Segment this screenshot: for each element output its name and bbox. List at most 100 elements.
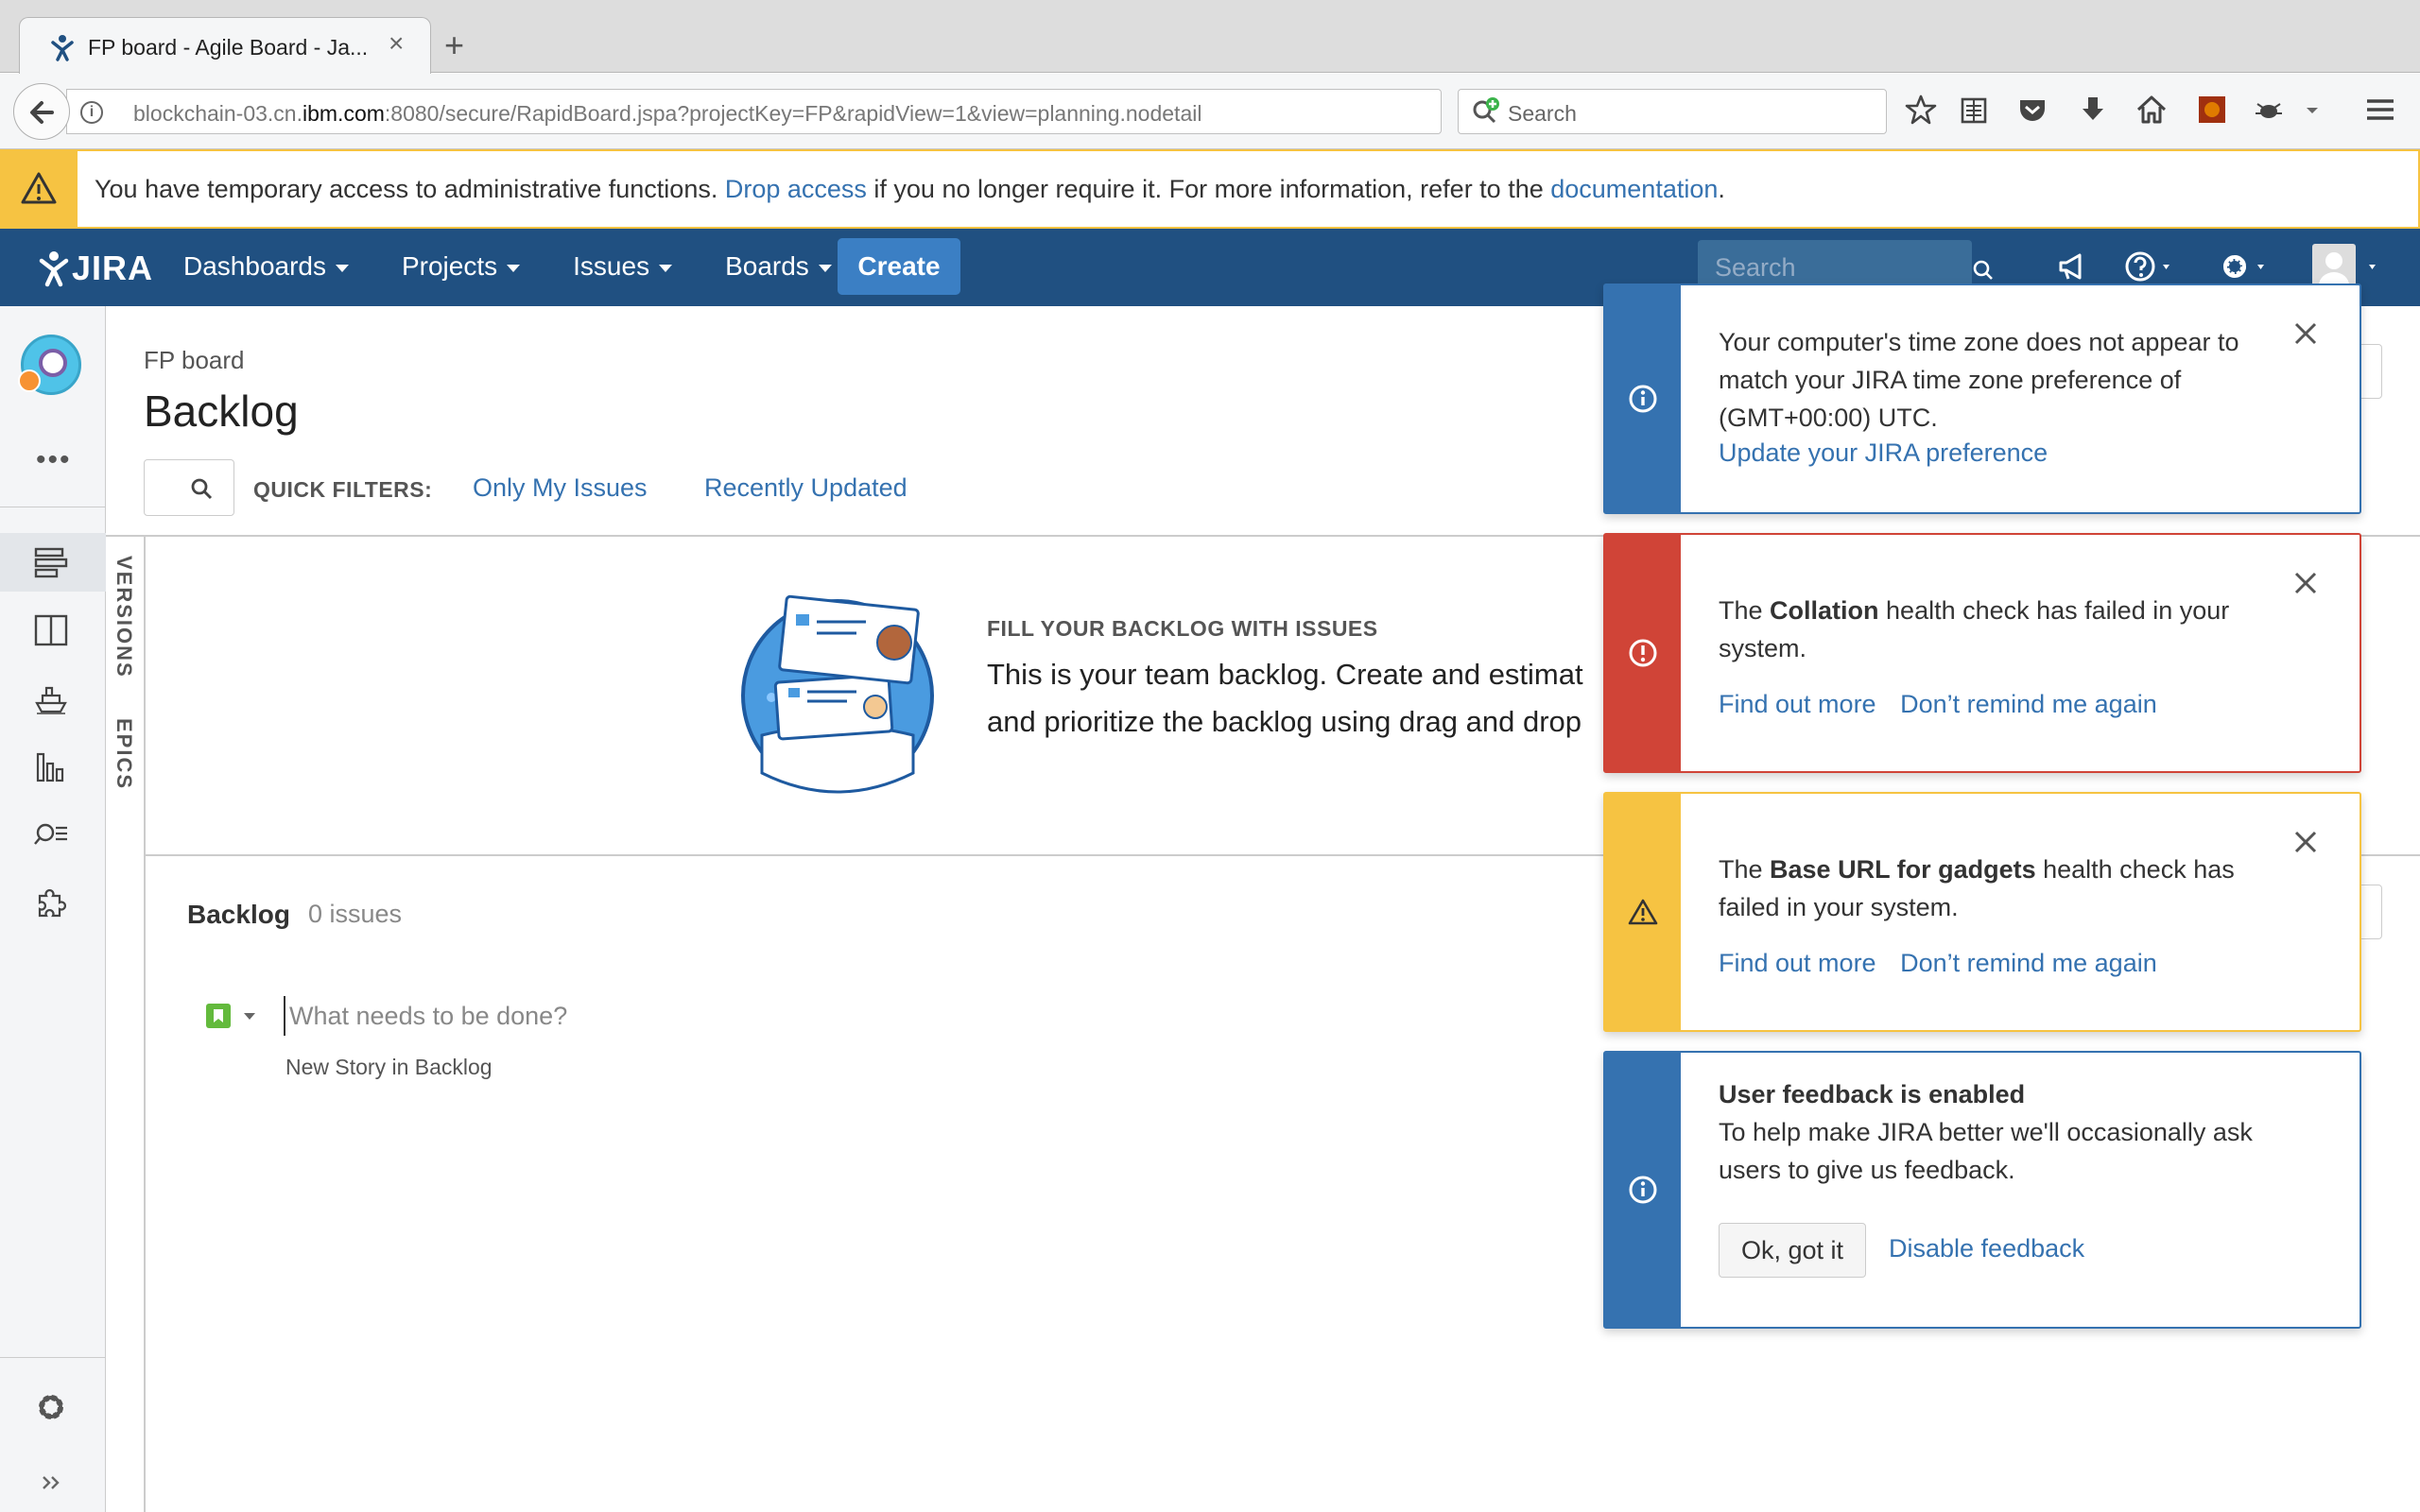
nav-dashboards[interactable]: Dashboards bbox=[183, 251, 349, 282]
find-out-more-link[interactable]: Find out more bbox=[1719, 949, 1876, 977]
flag-message: The Collation health check has failed in… bbox=[1719, 596, 2230, 662]
nav-issues[interactable]: Issues bbox=[573, 251, 673, 282]
info-icon bbox=[1629, 385, 1657, 413]
close-icon[interactable] bbox=[2291, 828, 2320, 856]
tab-epics[interactable]: EPICS bbox=[112, 718, 136, 790]
close-tab-icon[interactable]: × bbox=[389, 29, 404, 58]
board-name: FP board bbox=[144, 346, 245, 374]
warning-icon bbox=[21, 172, 57, 204]
user-feedback-flag: User feedback is enabled To help make JI… bbox=[1603, 1051, 2361, 1329]
create-issue-input[interactable]: What needs to be done? bbox=[284, 996, 851, 1036]
back-button[interactable] bbox=[13, 83, 70, 140]
empty-state-title: FILL YOUR BACKLOG WITH ISSUES bbox=[987, 616, 1378, 641]
sidebar-item-reports[interactable] bbox=[0, 737, 106, 796]
issue-type-dropdown-icon[interactable] bbox=[244, 1013, 255, 1020]
new-tab-button[interactable]: + bbox=[444, 28, 464, 62]
jira-logo[interactable]: JIRA bbox=[38, 248, 153, 289]
more-options-icon[interactable]: ••• bbox=[36, 444, 72, 476]
ok-got-it-button[interactable]: Ok, got it bbox=[1719, 1223, 1866, 1278]
story-type-icon[interactable] bbox=[206, 1004, 231, 1028]
extension-bug-icon[interactable] bbox=[2250, 91, 2288, 129]
feedback-megaphone-icon[interactable] bbox=[2055, 249, 2089, 284]
flag-links: Update your JIRA preference bbox=[1719, 438, 2065, 468]
close-icon[interactable] bbox=[2291, 319, 2320, 348]
browser-tab-strip: FP board - Agile Board - Ja... × + bbox=[0, 0, 2420, 74]
quick-filters-label: QUICK FILTERS: bbox=[253, 477, 433, 502]
empty-state-line-1: This is your team backlog. Create and es… bbox=[987, 658, 1583, 691]
reports-chart-icon bbox=[36, 752, 64, 782]
backlog-illustration bbox=[741, 594, 934, 794]
project-sidebar: ••• bbox=[0, 306, 106, 1512]
dont-remind-link[interactable]: Don’t remind me again bbox=[1900, 949, 2157, 977]
drop-access-link[interactable]: Drop access bbox=[725, 175, 867, 203]
download-icon[interactable] bbox=[2074, 91, 2112, 129]
jira-logo-text: JIRA bbox=[72, 249, 154, 287]
extension-addon-icon[interactable] bbox=[2193, 91, 2231, 129]
board-columns-icon bbox=[34, 614, 68, 646]
search-icon bbox=[191, 478, 213, 500]
browser-search-bar[interactable]: Search bbox=[1458, 89, 1887, 134]
gear-icon[interactable] bbox=[2216, 248, 2273, 285]
chevron-down-icon bbox=[335, 264, 349, 272]
sidebar-item-components[interactable] bbox=[0, 873, 106, 932]
sidebar-item-settings[interactable] bbox=[0, 1378, 106, 1436]
sidebar-item-issues[interactable] bbox=[0, 805, 106, 864]
flag-title: User feedback is enabled bbox=[1719, 1080, 2026, 1108]
home-icon[interactable] bbox=[2133, 91, 2170, 129]
hamburger-menu-icon[interactable] bbox=[2361, 91, 2399, 129]
error-icon bbox=[1629, 639, 1657, 667]
close-icon[interactable] bbox=[2291, 569, 2320, 597]
chevron-down-icon bbox=[659, 264, 673, 272]
jira-favicon-icon bbox=[51, 35, 74, 61]
project-avatar[interactable] bbox=[18, 335, 81, 395]
disable-feedback-link[interactable]: Disable feedback bbox=[1889, 1234, 2084, 1263]
timezone-flag: Your computer's time zone does not appea… bbox=[1603, 284, 2361, 514]
reading-list-icon[interactable] bbox=[1955, 91, 1993, 129]
code-badge-icon bbox=[18, 369, 41, 392]
url-bar[interactable]: i blockchain-03.cn.ibm.com:8080/secure/R… bbox=[66, 89, 1478, 134]
avatar[interactable] bbox=[2310, 242, 2382, 289]
banner-icon-box bbox=[0, 151, 78, 227]
main-nav: Dashboards Projects Issues Boards bbox=[183, 251, 832, 282]
bookmark-star-icon[interactable] bbox=[1902, 91, 1940, 129]
tab-versions[interactable]: VERSIONS bbox=[112, 556, 136, 679]
create-button[interactable]: Create bbox=[838, 238, 960, 295]
flag-message: Your computer's time zone does not appea… bbox=[1719, 328, 2239, 432]
expand-sidebar-button[interactable] bbox=[0, 1453, 106, 1512]
empty-state-line-2: and prioritize the backlog using drag an… bbox=[987, 705, 1582, 738]
chevron-down-icon bbox=[818, 264, 832, 272]
quick-filter-recently-updated[interactable]: Recently Updated bbox=[704, 473, 908, 503]
browser-tab[interactable]: FP board - Agile Board - Ja... × bbox=[19, 17, 431, 74]
bookmark-icon bbox=[214, 1009, 223, 1022]
filter-search-input[interactable] bbox=[144, 459, 234, 516]
search-engine-icon bbox=[1473, 97, 1499, 124]
puzzle-piece-icon bbox=[38, 888, 67, 918]
collation-health-flag: The Collation health check has failed in… bbox=[1603, 533, 2361, 773]
dont-remind-link[interactable]: Don’t remind me again bbox=[1900, 690, 2157, 718]
gear-icon bbox=[39, 1395, 63, 1419]
nav-boards[interactable]: Boards bbox=[725, 251, 832, 282]
double-chevron-right-icon bbox=[43, 1476, 60, 1489]
browser-search-placeholder: Search bbox=[1508, 101, 1577, 126]
admin-access-banner: You have temporary access to administrat… bbox=[0, 149, 2420, 229]
admin-banner-message: You have temporary access to administrat… bbox=[95, 175, 1725, 203]
back-arrow-icon bbox=[30, 101, 54, 124]
sidebar-item-releases[interactable] bbox=[0, 669, 106, 728]
find-out-more-link[interactable]: Find out more bbox=[1719, 690, 1876, 718]
quick-filter-only-my-issues[interactable]: Only My Issues bbox=[473, 473, 648, 503]
sidebar-item-active-sprints[interactable] bbox=[0, 601, 106, 660]
jira-search-placeholder: Search bbox=[1715, 253, 1796, 282]
page-title: Backlog bbox=[144, 387, 299, 436]
overflow-chevron-icon[interactable] bbox=[2293, 91, 2331, 129]
vertical-tabs: VERSIONS EPICS bbox=[106, 537, 146, 1512]
flag-links: Find out more Don’t remind me again bbox=[1719, 690, 2174, 719]
sidebar-item-backlog[interactable] bbox=[0, 533, 106, 592]
nav-projects[interactable]: Projects bbox=[402, 251, 521, 282]
flag-links: Find out more Don’t remind me again bbox=[1719, 949, 2174, 978]
help-icon[interactable] bbox=[2121, 248, 2178, 285]
tab-title: FP board - Agile Board - Ja... bbox=[88, 35, 369, 60]
update-preference-link[interactable]: Update your JIRA preference bbox=[1719, 438, 2048, 467]
info-icon[interactable]: i bbox=[80, 101, 103, 124]
documentation-link[interactable]: documentation bbox=[1550, 175, 1718, 203]
pocket-icon[interactable] bbox=[2014, 91, 2051, 129]
